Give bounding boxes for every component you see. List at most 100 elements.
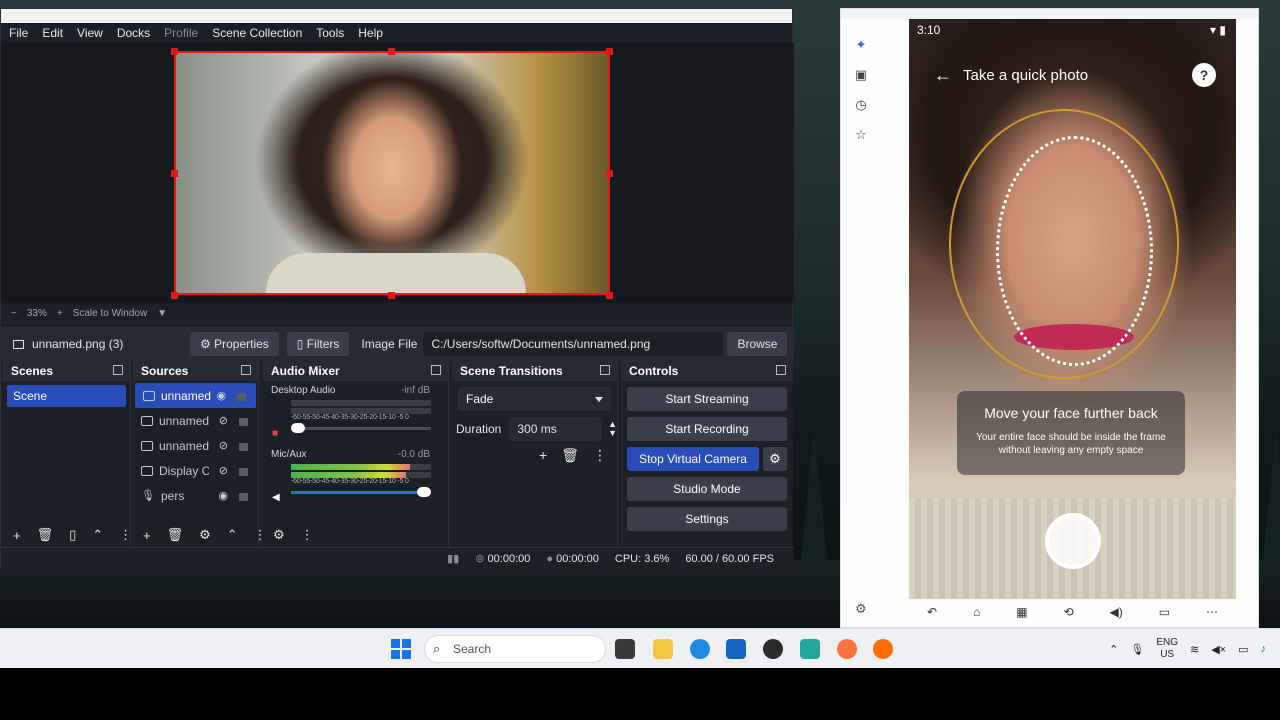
gear-icon[interactable]: ⚙: [199, 527, 211, 543]
microphone-app-icon[interactable]: [837, 639, 857, 659]
transition-select[interactable]: Fade: [458, 387, 611, 411]
start-recording-button[interactable]: Start Recording: [627, 417, 787, 441]
eye-hidden-icon[interactable]: ⊘: [219, 464, 228, 477]
edge-browser-icon[interactable]: [690, 639, 710, 659]
help-icon[interactable]: ?: [1192, 63, 1216, 87]
volume-muted-icon[interactable]: ◀×: [1211, 643, 1226, 656]
browse-button[interactable]: Browse: [727, 332, 788, 356]
notepad-app-icon[interactable]: [800, 639, 820, 659]
preview-canvas[interactable]: [1, 43, 794, 303]
undock-icon[interactable]: [241, 365, 251, 375]
undock-icon[interactable]: [113, 365, 123, 375]
chevron-up-icon[interactable]: ⌃: [92, 527, 103, 543]
muted-speaker-icon[interactable]: ■: [272, 428, 278, 439]
volume-slider[interactable]: [291, 487, 431, 497]
start-streaming-button[interactable]: Start Streaming: [627, 387, 787, 411]
sparkle-icon[interactable]: ✦: [854, 37, 868, 53]
trash-icon[interactable]: 🗑: [37, 527, 54, 543]
rotate-icon[interactable]: ⟲: [1063, 605, 1073, 619]
menu-edit[interactable]: Edit: [38, 26, 67, 40]
lock-icon[interactable]: [239, 468, 248, 476]
undock-icon[interactable]: [776, 365, 786, 375]
chevron-up-icon[interactable]: ⌃: [1109, 643, 1118, 656]
undock-icon[interactable]: [431, 365, 441, 375]
gear-icon[interactable]: ⚙: [855, 601, 867, 617]
gear-icon[interactable]: ⚙: [273, 527, 285, 543]
windows-start-icon[interactable]: [391, 639, 411, 659]
taskbar-search-box[interactable]: ⌕ Search: [424, 635, 606, 663]
filter-icon[interactable]: ▯: [69, 527, 76, 543]
source-item[interactable]: Display Ca ⊘: [133, 458, 258, 483]
phone-screen[interactable]: 3:10 ▾ ▮ ← Take a quick photo ? Move you…: [909, 19, 1236, 599]
settings-button[interactable]: Settings: [627, 507, 787, 531]
resize-handle[interactable]: [171, 170, 178, 177]
studio-mode-button[interactable]: Studio Mode: [627, 477, 787, 501]
resize-handle[interactable]: [171, 292, 178, 299]
scale-mode[interactable]: Scale to Window: [73, 308, 147, 319]
menu-help[interactable]: Help: [354, 26, 387, 40]
eye-icon[interactable]: ◉: [216, 389, 226, 402]
menu-file[interactable]: File: [5, 26, 32, 40]
more-icon[interactable]: ⋮: [301, 527, 314, 543]
preview-source-image[interactable]: [174, 51, 610, 295]
wifi-icon[interactable]: ≋: [1190, 643, 1199, 656]
trash-icon[interactable]: 🗑: [561, 447, 579, 464]
source-item[interactable]: unnamed ⊘: [133, 433, 258, 458]
properties-button[interactable]: ⚙ Properties: [190, 332, 279, 356]
filters-button[interactable]: ▯ Filters: [286, 332, 350, 356]
notification-bell-icon[interactable]: ♪: [1261, 643, 1267, 655]
terminal-app-icon[interactable]: [615, 639, 635, 659]
menu-docks[interactable]: Docks: [113, 26, 154, 40]
file-explorer-icon[interactable]: [653, 639, 673, 659]
menu-scene-collection[interactable]: Scene Collection: [208, 26, 306, 40]
battery-icon[interactable]: ▭: [1238, 643, 1248, 656]
scene-list-item[interactable]: Scene: [7, 385, 126, 407]
microphone-icon[interactable]: 🎙: [1130, 643, 1144, 656]
add-icon[interactable]: +: [13, 528, 21, 543]
menu-tools[interactable]: Tools: [312, 26, 348, 40]
recents-icon[interactable]: ▦: [1016, 605, 1027, 619]
resize-handle[interactable]: [388, 48, 395, 55]
virtual-camera-gear-icon[interactable]: ⚙: [763, 447, 787, 471]
speaker-icon[interactable]: ◀: [272, 492, 280, 503]
firefox-icon[interactable]: [873, 639, 893, 659]
clock-icon[interactable]: ◷: [854, 97, 868, 113]
resize-handle[interactable]: [606, 48, 613, 55]
obs-titlebar[interactable]: [1, 9, 792, 23]
resize-handle[interactable]: [606, 170, 613, 177]
add-icon[interactable]: +: [143, 528, 151, 543]
add-icon[interactable]: +: [539, 447, 547, 464]
resize-handle[interactable]: [388, 292, 395, 299]
source-item[interactable]: unnamed ⊘: [133, 408, 258, 433]
volume-slider[interactable]: [291, 423, 431, 433]
home-icon[interactable]: ⌂: [973, 605, 980, 619]
eye-icon[interactable]: ◉: [218, 489, 228, 502]
more-horizontal-icon[interactable]: ⋯: [1206, 605, 1218, 619]
menu-view[interactable]: View: [73, 26, 107, 40]
trash-icon[interactable]: 🗑: [167, 527, 184, 543]
slider-knob[interactable]: [291, 423, 305, 433]
store-app-icon[interactable]: [726, 639, 746, 659]
slider-knob[interactable]: [417, 487, 431, 497]
source-item[interactable]: 🎙 pers ◉: [133, 483, 258, 508]
eye-hidden-icon[interactable]: ⊘: [219, 414, 228, 427]
chevron-up-icon[interactable]: ⌃: [227, 527, 238, 543]
image-path-field[interactable]: C:/Users/softw/Documents/unnamed.png: [423, 332, 724, 356]
duration-spinbox[interactable]: 300 ms: [509, 417, 603, 441]
lock-icon[interactable]: [239, 443, 248, 451]
menu-profile[interactable]: Profile: [160, 26, 202, 40]
zoom-out-icon[interactable]: −: [11, 308, 17, 319]
language-indicator[interactable]: ENG US: [1156, 637, 1178, 661]
undock-icon[interactable]: [600, 365, 610, 375]
obs-app-icon[interactable]: [763, 639, 783, 659]
lock-icon[interactable]: [239, 418, 248, 426]
screenshot-icon[interactable]: ▣: [854, 67, 868, 83]
zoom-in-icon[interactable]: +: [57, 308, 63, 319]
more-icon[interactable]: ⋮: [593, 447, 607, 464]
eye-hidden-icon[interactable]: ⊘: [219, 439, 228, 452]
resize-handle[interactable]: [171, 48, 178, 55]
phone-window-titlebar[interactable]: [841, 9, 1258, 19]
lock-icon[interactable]: [237, 393, 246, 401]
resize-handle[interactable]: [606, 292, 613, 299]
star-icon[interactable]: ☆: [854, 127, 868, 143]
